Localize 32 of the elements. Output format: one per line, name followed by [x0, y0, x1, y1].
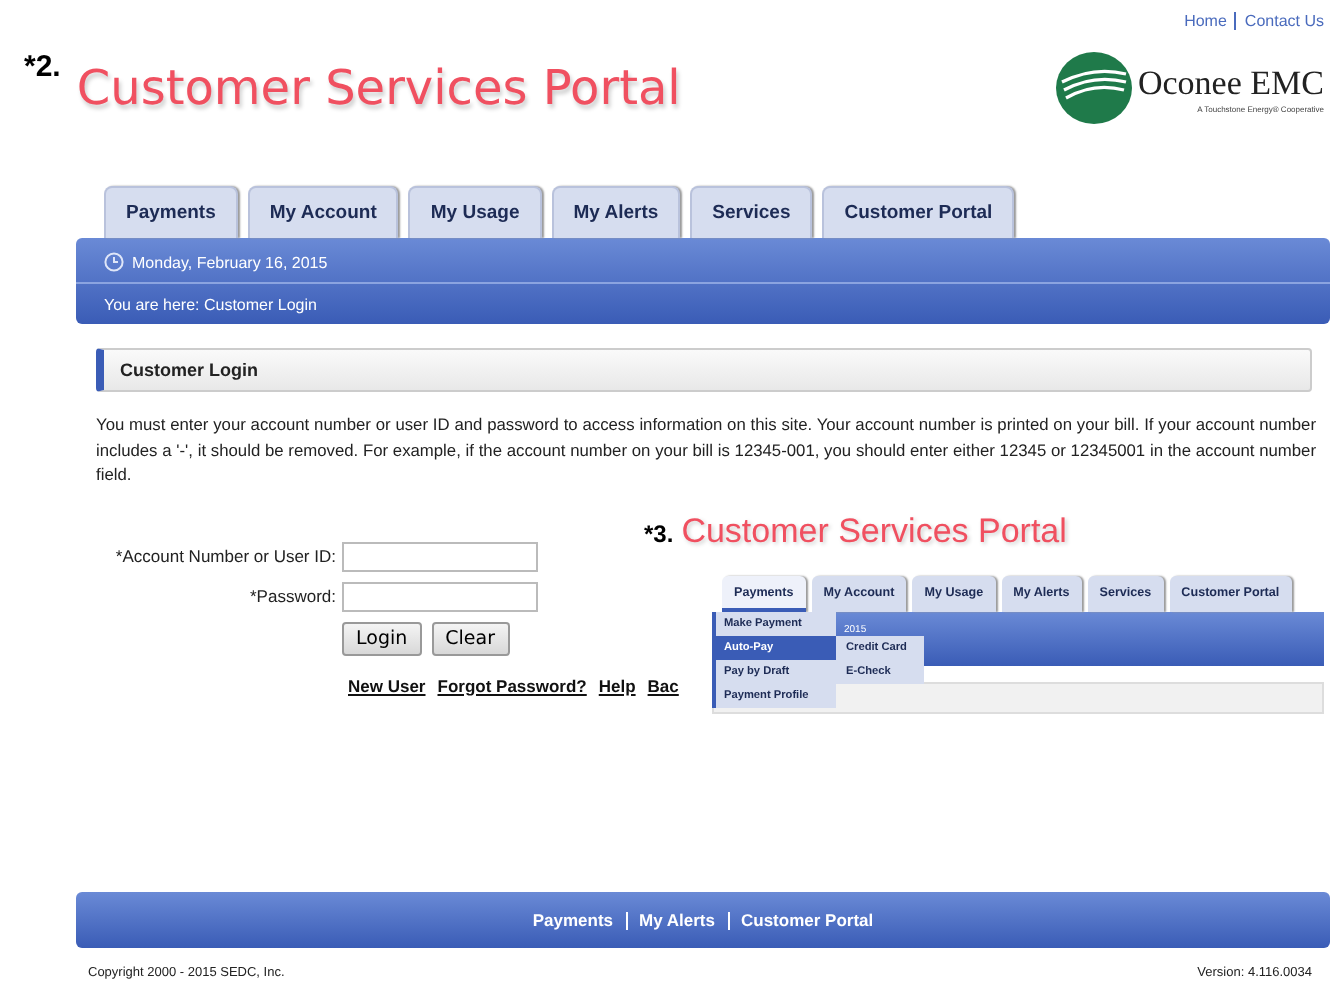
field-label: *Account Number or User ID: [113, 546, 336, 566]
nav-tab[interactable]: Customer Portal [822, 186, 1015, 238]
help-link[interactable]: Bac [647, 675, 679, 695]
top-link[interactable]: Contact Us [1244, 12, 1324, 30]
input-field[interactable] [342, 541, 538, 571]
input-field[interactable] [342, 581, 538, 611]
logo-icon [1053, 50, 1134, 126]
nav-tab[interactable]: My Usage [408, 186, 542, 238]
field-label: *Password: [248, 586, 336, 606]
top-link[interactable]: Home [1184, 12, 1227, 30]
step-number: *2. [24, 50, 61, 84]
intro-paragraph: You must enter your account number or user ID and password to access information on this site. Your account number is printed on your bill. If your account number includes a '-', it should be removed. For example, if the account number on your bill is 12345-001, you should enter either 12345 or 12345001 in the account number field. [96, 412, 1316, 487]
portal-title: Customer Services Portal [681, 511, 1067, 551]
help-link[interactable]: Help [598, 675, 636, 695]
footer-link[interactable]: My Alerts [639, 910, 715, 930]
nav-tab[interactable]: Payments [104, 186, 238, 238]
logo-name: Oconee EMC [1137, 63, 1324, 103]
section-title: Customer Login [120, 360, 258, 380]
nav-tab[interactable]: My Account [247, 186, 399, 238]
clock-icon [104, 252, 124, 272]
form-button[interactable]: Login [342, 621, 422, 655]
nav-tab[interactable]: My Alerts [551, 186, 681, 238]
footer-link[interactable]: Customer Portal [741, 910, 874, 930]
footer-link[interactable]: Payments [532, 910, 614, 930]
nav-tab[interactable]: Services [690, 186, 813, 238]
portal-title: Customer Services Portal [76, 60, 683, 116]
help-link[interactable]: Forgot Password? [437, 675, 587, 695]
date-text: Monday, February 16, 2015 [132, 253, 328, 271]
breadcrumb: You are here: Customer Login [104, 296, 317, 314]
form-button[interactable]: Clear [431, 621, 509, 655]
step-number: *3. [644, 519, 674, 547]
help-link[interactable]: New User [348, 675, 426, 695]
